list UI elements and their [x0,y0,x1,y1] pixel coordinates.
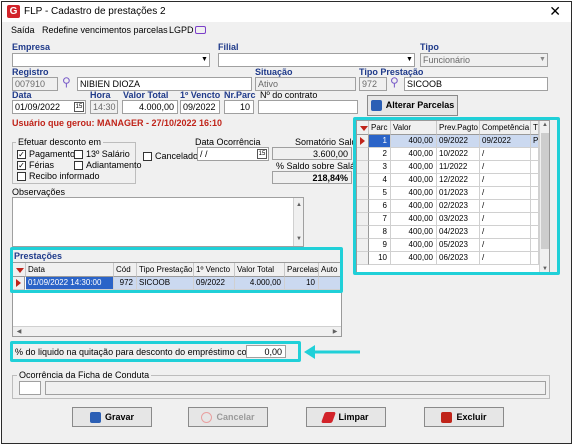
adiantamento-label: Adiantamento [86,160,142,170]
somatorio-label: Somatório Saldo [295,137,362,147]
data-value: 01/09/2022 [15,102,61,112]
parcelas-highlight-frame [353,117,560,275]
registro-code-field[interactable]: 007910 [12,77,58,91]
ferias-checkbox[interactable]: ✓ [17,161,26,170]
callout-arrow-icon [304,345,360,359]
delete-icon [441,412,453,424]
calendar-ocorrencia-icon[interactable]: 15 [257,149,267,159]
ocorrencia-code-field[interactable] [19,381,41,395]
tipo-label: Tipo [420,42,439,52]
window-title: FLP - Cadastro de prestações 2 [24,6,166,17]
alterar-parcelas-label: Alterar Parcelas [385,100,455,110]
data-ocorrencia-field[interactable]: / / 15 [197,147,269,161]
empresa-label: Empresa [12,42,51,52]
adiantamento-checkbox[interactable] [74,161,83,170]
nr-contrato-field[interactable] [258,100,358,114]
cancelar-button[interactable]: Cancelar [188,407,268,427]
pct-saldo-label: % Saldo sobre Salário [276,161,366,171]
ferias-label: Férias [29,160,55,170]
menu-bar: Saída Redefine vencimentos parcelas LGPD [2,23,571,37]
ocorrencia-label: Ocorrência da Ficha de Conduta [17,370,152,380]
filial-label: Filial [218,42,239,52]
registro-label: Registro [12,67,49,77]
hora-label: Hora [90,90,111,100]
gravar-button[interactable]: Gravar [72,407,152,427]
tipo-prestacao-code-field[interactable]: 972 [359,77,387,91]
cancel-icon [201,412,213,424]
gravar-label: Gravar [104,412,135,422]
close-icon[interactable]: ✕ [549,3,561,19]
observacoes-textarea[interactable]: ▲ ▼ [12,197,304,247]
somatorio-field: 3.600,00 [272,147,352,160]
eraser-icon [321,412,337,424]
save-icon [89,412,101,424]
excluir-label: Excluir [456,412,487,422]
cancelado-label: Cancelado [155,151,199,161]
table-icon [370,100,382,112]
data-label: Data [12,90,32,100]
pct-liquido-label: % do liquido na quitação para desconto d… [15,347,284,357]
pct-saldo-field: 218,84% [272,171,352,184]
excluir-button[interactable]: Excluir [424,407,504,427]
filial-select[interactable] [218,53,415,67]
scroll-down-icon[interactable]: ▼ [294,233,303,245]
chat-icon[interactable] [195,26,206,34]
primeiro-vencto-field[interactable]: 09/2022 [180,100,220,114]
alterar-parcelas-button[interactable]: Alterar Parcelas [367,95,458,116]
main-window: G FLP - Cadastro de prestações 2 ✕ Saída… [1,1,572,444]
situacao-field: Ativo [255,77,356,91]
recibo-checkbox[interactable] [17,172,26,181]
pagamento-checkbox[interactable]: ✓ [17,150,26,159]
limpar-label: Limpar [338,412,369,422]
registro-name-field: NIBIEN DIOZA [77,77,252,91]
cancelar-label: Cancelar [216,412,255,422]
nr-parc-field[interactable]: 10 [224,100,254,114]
scroll-left-icon[interactable]: ◀ [14,328,24,335]
recibo-label: Recibo informado [29,171,100,181]
prestacoes-hscrollbar[interactable]: ◀ ▶ [13,326,341,336]
observacoes-label: Observações [12,187,66,197]
registro-search-icon[interactable]: ⚲ [62,75,71,89]
calendar-icon[interactable]: 15 [74,102,84,112]
menu-redefine-vencimentos[interactable]: Redefine vencimentos parcelas [42,25,168,35]
prestacoes-highlight-frame [10,247,343,293]
decimo-checkbox[interactable] [74,150,83,159]
data-ocorrencia-value: / / [200,149,208,159]
title-bar: G FLP - Cadastro de prestações 2 ✕ [2,2,571,22]
ocorrencia-desc-field [45,381,546,395]
scroll-right-icon[interactable]: ▶ [330,328,340,335]
usuario-gerou-text: Usuário que gerou: MANAGER - 27/10/2022 … [12,118,223,128]
primeiro-vencto-label: 1º Vencto [180,90,221,100]
menu-saida[interactable]: Saída [11,25,35,35]
nr-contrato-label: Nº do contrato [260,90,318,100]
nr-parc-label: Nr.Parc [224,90,256,100]
valor-total-label: Valor Total [123,90,169,100]
app-logo-icon: G [7,5,20,18]
empresa-dropdown-icon[interactable]: ▼ [200,54,209,66]
observacoes-scrollbar[interactable]: ▲ ▼ [293,198,303,246]
situacao-label: Situação [255,67,293,77]
filial-dropdown-icon[interactable]: ▼ [405,54,414,66]
scroll-up-icon[interactable]: ▲ [294,199,303,211]
efetuar-desconto-label: Efetuar desconto em [16,137,104,147]
data-field[interactable]: 01/09/2022 15 [12,100,86,114]
menu-lgpd[interactable]: LGPD [169,25,194,35]
tipo-dropdown-icon[interactable]: ▼ [538,54,547,66]
limpar-button[interactable]: Limpar [306,407,386,427]
decimo-label: 13º Salário [86,149,130,159]
tipo-select[interactable]: Funcionário [420,53,548,67]
tipo-prestacao-search-icon[interactable]: ⚲ [390,75,399,89]
empresa-select[interactable] [12,53,210,67]
pct-liquido-field[interactable]: 0,00 [246,345,286,358]
data-ocorrencia-label: Data Ocorrência [195,137,261,147]
tipo-prestacao-name-field: SICOOB [404,77,548,91]
hora-field[interactable]: 14:30 [90,100,118,114]
cancelado-checkbox[interactable] [143,152,152,161]
pagamento-label: Pagamento [29,149,76,159]
valor-total-field[interactable]: 4.000,00 [122,100,178,114]
